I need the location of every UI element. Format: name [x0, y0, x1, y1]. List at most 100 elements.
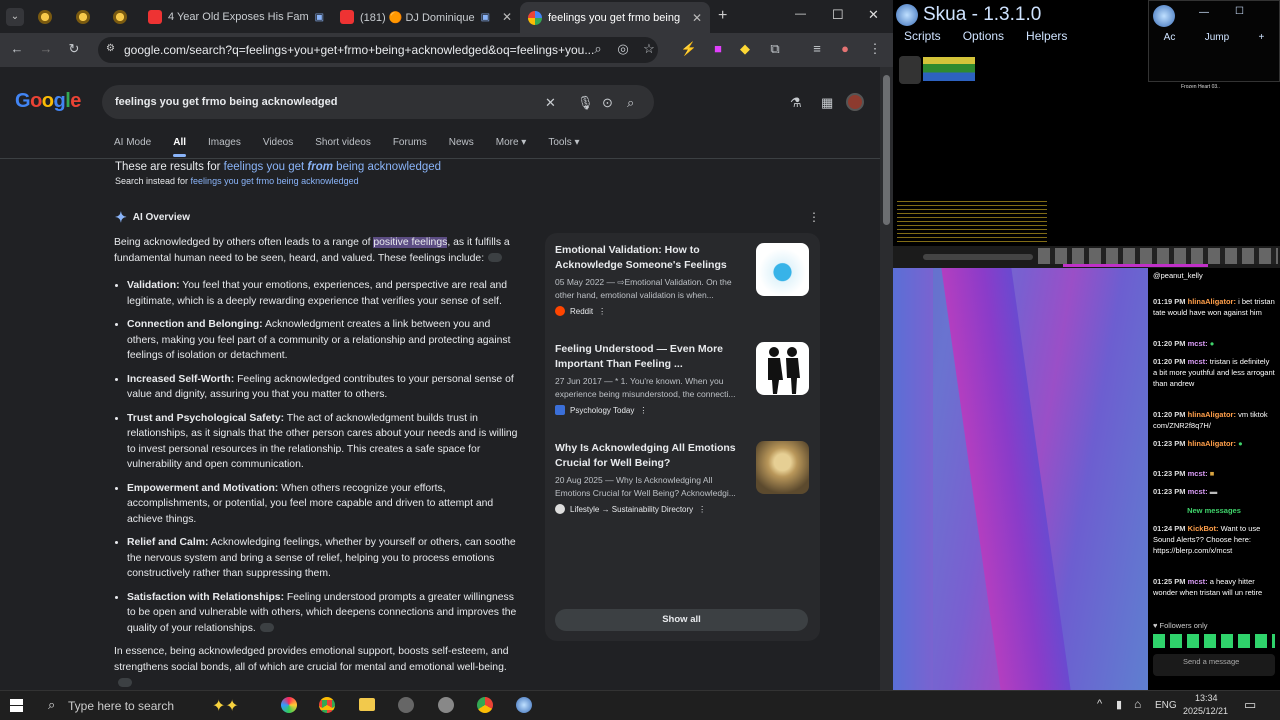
tab-pinned-3[interactable] — [113, 4, 135, 30]
app-icon[interactable] — [438, 697, 454, 713]
corrected-query-link[interactable]: feelings you get from being acknowledged — [224, 161, 441, 173]
emote-bar[interactable] — [1153, 634, 1275, 648]
eye-off-icon[interactable]: ◎ — [614, 41, 632, 57]
menu-add[interactable]: + — [1258, 32, 1264, 43]
taskbar-search-input[interactable]: Type here to search — [68, 699, 174, 713]
chrome-icon[interactable] — [477, 697, 493, 713]
scrollbar-thumb[interactable] — [883, 75, 890, 225]
page-scrollbar[interactable] — [880, 67, 893, 690]
chat-user[interactable]: mcst: — [1188, 577, 1208, 586]
file-explorer-icon[interactable] — [359, 698, 375, 711]
chat-input[interactable]: Send a message — [1153, 654, 1275, 676]
clock-time[interactable]: 13:34 — [1195, 693, 1218, 703]
tab-youtube-1[interactable]: 4 Year Old Exposes His Fam ▣ ✕ — [148, 4, 326, 30]
close-window-button[interactable]: ✕ — [868, 7, 879, 23]
menu-helpers[interactable]: Helpers — [1026, 29, 1067, 43]
extension-icon[interactable]: ⚡ — [680, 41, 698, 57]
clear-icon[interactable]: ✕ — [545, 95, 556, 111]
microphone-icon[interactable]: ▮ — [1116, 698, 1122, 711]
more-options-icon[interactable]: ⋮ — [698, 505, 706, 514]
chat-user[interactable]: KickBot: — [1188, 524, 1219, 533]
menu-ac[interactable]: Ac — [1164, 32, 1176, 43]
notification-icon[interactable]: ▭ — [1244, 697, 1256, 713]
chat-user[interactable]: hlinaAligator: — [1188, 410, 1236, 419]
menu-scripts[interactable]: Scripts — [904, 29, 941, 43]
profile-avatar[interactable]: ● — [836, 41, 854, 56]
new-tab-button[interactable]: + — [718, 7, 727, 25]
show-all-button[interactable]: Show all — [555, 609, 808, 631]
maximize-button[interactable]: ☐ — [832, 7, 844, 23]
menu-options[interactable]: Options — [963, 29, 1004, 43]
address-bar[interactable]: ⚙ google.com/search?q=feelings+you+get+f… — [98, 37, 658, 63]
media-controls-icon[interactable]: ≡ — [808, 41, 826, 56]
original-query-link[interactable]: feelings you get frmo being acknowledged — [191, 176, 359, 186]
tab-all[interactable]: All — [173, 137, 186, 157]
search-input[interactable]: feelings you get frmo being acknowledged — [102, 85, 654, 119]
source-card[interactable]: Emotional Validation: How to Acknowledge… — [555, 243, 815, 316]
chat-user[interactable]: mcst: — [1188, 339, 1208, 348]
account-avatar[interactable] — [846, 93, 864, 111]
microphone-icon[interactable]: 🎙 — [577, 95, 594, 111]
tab-videos[interactable]: Videos — [263, 137, 293, 148]
source-title[interactable]: Why Is Acknowledging All Emotions Crucia… — [555, 441, 745, 471]
labs-flask-icon[interactable]: ⚗ — [790, 95, 802, 111]
tab-short-videos[interactable]: Short videos — [315, 137, 371, 148]
menu-dots-icon[interactable]: ⋮ — [866, 41, 884, 57]
chat-user[interactable]: mcst: — [1188, 469, 1208, 478]
skua-taskbar-icon[interactable] — [516, 697, 532, 713]
reload-icon[interactable]: ↻ — [65, 41, 83, 57]
tab-search-button[interactable]: ⌄ — [6, 8, 24, 26]
more-options-icon[interactable]: ⋮ — [639, 406, 647, 415]
tab-tools[interactable]: Tools ▾ — [548, 137, 579, 148]
tab-pinned-1[interactable] — [38, 4, 60, 30]
chevron-up-icon[interactable]: ^ — [1097, 698, 1102, 710]
skill-icons[interactable] — [1038, 248, 1278, 264]
tab-news[interactable]: News — [449, 137, 474, 148]
tab-more[interactable]: More ▾ — [496, 137, 527, 148]
close-icon[interactable]: ✕ — [692, 11, 702, 25]
chat-user[interactable]: mcst: — [1188, 357, 1208, 366]
forward-arrow-icon[interactable]: → — [37, 41, 55, 56]
puzzle-icon[interactable]: ⧉ — [766, 41, 784, 57]
source-title[interactable]: Feeling Understood — Even More Important… — [555, 342, 745, 372]
search-icon[interactable]: ⌕ — [627, 95, 634, 111]
extension-icon[interactable]: ◆ — [736, 41, 754, 57]
chat-user[interactable]: hlinaAligator: — [1188, 297, 1236, 306]
apps-grid-icon[interactable]: ▦ — [821, 95, 833, 111]
windows-start-icon[interactable] — [10, 699, 23, 712]
link-chip-icon[interactable] — [488, 253, 503, 263]
tab-images[interactable]: Images — [208, 137, 241, 148]
chrome-icon[interactable] — [319, 697, 335, 713]
more-options-icon[interactable]: ⋮ — [808, 210, 820, 224]
link-chip-icon[interactable] — [118, 677, 132, 687]
chat-user[interactable]: hlinaAligator: — [1188, 439, 1236, 448]
tab-pinned-2[interactable] — [76, 4, 98, 30]
network-icon[interactable]: ⌂ — [1134, 697, 1141, 711]
close-icon[interactable]: ✕ — [502, 10, 512, 24]
app-icon[interactable] — [281, 697, 297, 713]
bookmark-star-icon[interactable]: ☆ — [640, 41, 658, 57]
source-card[interactable]: Feeling Understood — Even More Important… — [555, 342, 815, 415]
link-chip-icon[interactable] — [259, 623, 274, 633]
chat-user[interactable]: mcst: — [1188, 487, 1208, 496]
stream-video[interactable] — [893, 268, 1148, 690]
back-arrow-icon[interactable]: ← — [8, 41, 26, 56]
minimize-button[interactable]: — — [795, 8, 806, 20]
site-info-icon[interactable]: ⚙ — [106, 43, 115, 54]
app-icon[interactable] — [398, 697, 414, 713]
more-options-icon[interactable]: ⋮ — [598, 307, 606, 316]
tab-google-active[interactable]: feelings you get frmo being ac ✕ — [520, 2, 710, 33]
menu-jump[interactable]: Jump — [1205, 32, 1229, 43]
tab-ai-mode[interactable]: AI Mode — [114, 137, 151, 148]
google-logo[interactable]: Google — [15, 90, 81, 113]
source-title[interactable]: Emotional Validation: How to Acknowledge… — [555, 243, 745, 273]
tab-forums[interactable]: Forums — [393, 137, 427, 148]
source-card[interactable]: Why Is Acknowledging All Emotions Crucia… — [555, 441, 815, 514]
tab-youtube-2[interactable]: (181) 🟠 DJ Dominique ▣ ✕ — [340, 4, 512, 30]
language-indicator[interactable]: ENG — [1155, 700, 1177, 711]
mini-maximize-button[interactable]: ☐ — [1235, 6, 1244, 17]
lens-icon[interactable]: ⊙ — [602, 95, 613, 111]
extension-icon[interactable]: ■ — [709, 41, 727, 56]
clock-date[interactable]: 2025/12/21 — [1183, 706, 1228, 716]
mini-minimize-button[interactable]: — — [1199, 7, 1209, 18]
